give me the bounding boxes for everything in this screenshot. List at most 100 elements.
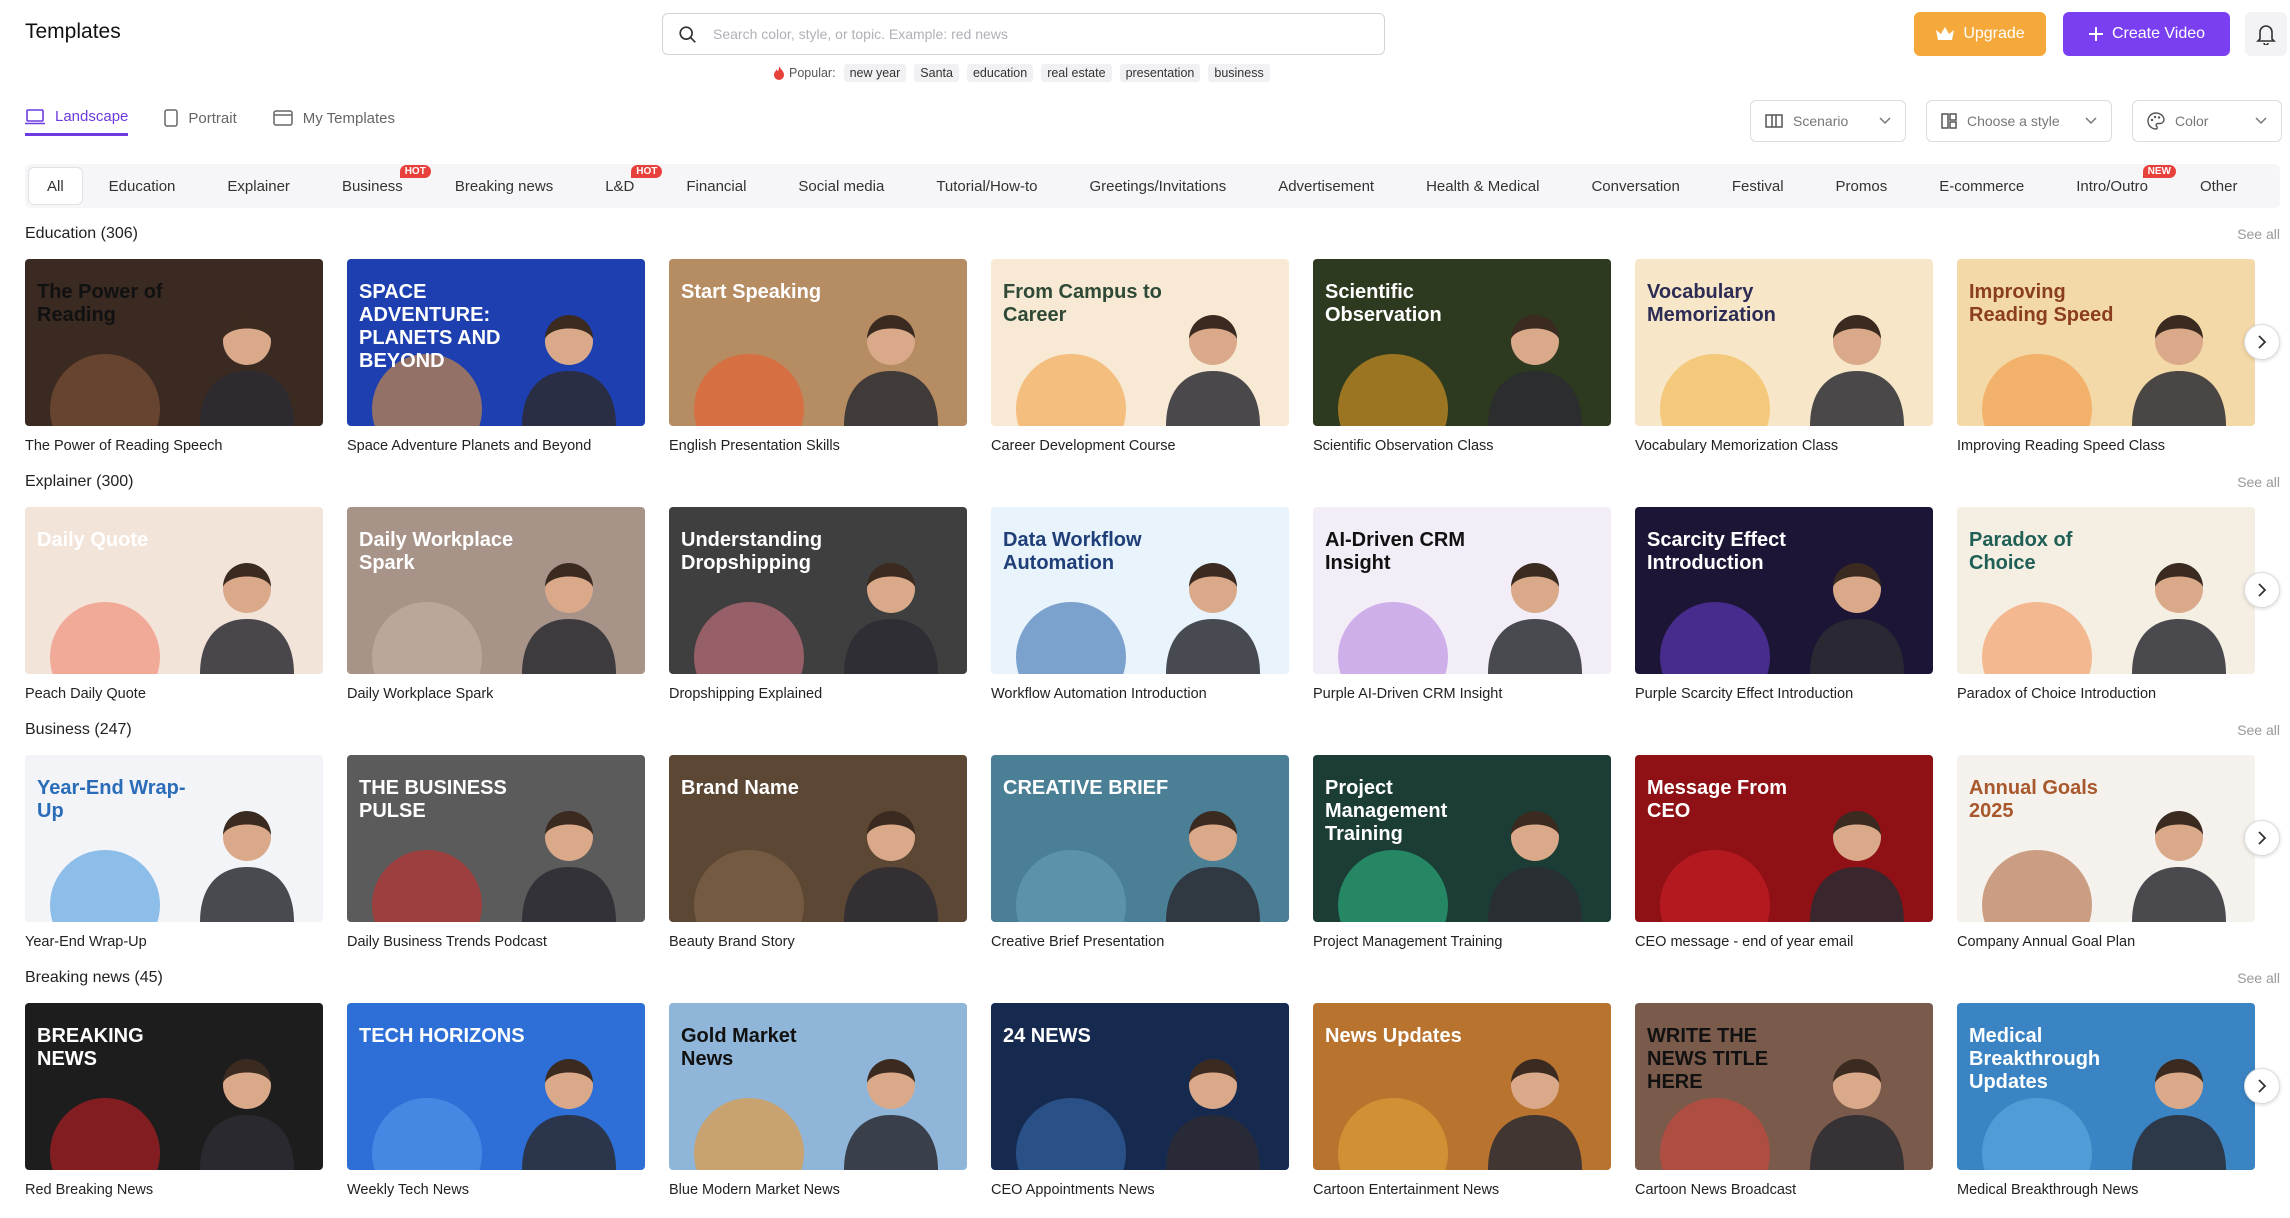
category-tab[interactable]: Financial bbox=[660, 167, 772, 205]
thumbnail-art: SPACE ADVENTURE: PLANETS AND BEYOND bbox=[347, 259, 645, 426]
plus-icon bbox=[2088, 27, 2103, 41]
template-card[interactable]: Medical Breakthrough Updates Medical Brea… bbox=[1957, 1003, 2255, 1198]
category-label: Explainer bbox=[227, 177, 290, 195]
template-thumbnail: News Updates bbox=[1313, 1003, 1611, 1170]
category-tab[interactable]: Explainer bbox=[201, 167, 316, 205]
popular-tag[interactable]: business bbox=[1208, 64, 1270, 82]
category-tab[interactable]: E-commerce bbox=[1913, 167, 2050, 205]
see-all-link[interactable]: See all bbox=[2237, 722, 2280, 738]
see-all-link[interactable]: See all bbox=[2237, 226, 2280, 242]
scroll-right-button[interactable] bbox=[2244, 324, 2280, 360]
template-thumbnail: Daily Workplace Spark bbox=[347, 507, 645, 674]
category-tab[interactable]: Business HOT bbox=[316, 165, 431, 205]
template-card[interactable]: News Updates Cartoon Entertainment News bbox=[1313, 1003, 1611, 1198]
template-name: Scientific Observation Class bbox=[1313, 438, 1494, 454]
template-card[interactable]: The Power of Reading The Power of Reading… bbox=[25, 259, 323, 454]
notification-button[interactable] bbox=[2245, 12, 2287, 56]
template-card[interactable]: Brand Name Beauty Brand Story bbox=[669, 755, 967, 950]
template-name: Improving Reading Speed Class bbox=[1957, 438, 2165, 454]
thumbnail-art: Annual Goals 2025 bbox=[1957, 755, 2255, 922]
category-tab[interactable]: Advertisement bbox=[1252, 167, 1400, 205]
category-label: All bbox=[47, 177, 64, 195]
search-box[interactable] bbox=[662, 13, 1385, 55]
popular-tag[interactable]: Santa bbox=[914, 64, 959, 82]
template-card[interactable]: Daily Quote Peach Daily Quote bbox=[25, 507, 323, 702]
template-card[interactable]: Project Management Training Project Manag… bbox=[1313, 755, 1611, 950]
category-tab[interactable]: Intro/Outro NEW bbox=[2050, 165, 2176, 205]
template-card[interactable]: Gold Market News Blue Modern Market News bbox=[669, 1003, 967, 1198]
see-all-link[interactable]: See all bbox=[2237, 970, 2280, 986]
color-select[interactable]: Color bbox=[2132, 100, 2282, 142]
template-name: Workflow Automation Introduction bbox=[991, 686, 1207, 702]
template-card[interactable]: BREAKING NEWS Red Breaking News bbox=[25, 1003, 323, 1198]
popular-tag[interactable]: education bbox=[966, 64, 1034, 82]
category-tab[interactable]: Promos bbox=[1810, 167, 1914, 205]
style-select[interactable]: Choose a style bbox=[1926, 100, 2112, 142]
template-card[interactable]: CREATIVE BRIEF Creative Brief Presentatio… bbox=[991, 755, 1289, 950]
popular-tag[interactable]: real estate bbox=[1041, 64, 1112, 82]
search-input[interactable] bbox=[713, 22, 1363, 46]
thumbnail-title: Understanding Dropshipping bbox=[681, 529, 823, 574]
popular-tag[interactable]: new year bbox=[843, 64, 907, 82]
template-thumbnail: Year-End Wrap-Up bbox=[25, 755, 323, 922]
category-badge: HOT bbox=[399, 165, 431, 178]
thumbnail-art: From Campus to Career bbox=[991, 259, 1289, 426]
scroll-right-button[interactable] bbox=[2244, 1068, 2280, 1104]
template-card[interactable]: AI-Driven CRM Insight Purple AI-Driven CR… bbox=[1313, 507, 1611, 702]
category-tab[interactable]: Social media bbox=[772, 167, 910, 205]
scenario-select[interactable]: Scenario bbox=[1750, 100, 1906, 142]
thumbnail-title: Paradox of Choice bbox=[1969, 529, 2073, 574]
category-tab[interactable]: Other bbox=[2174, 167, 2264, 205]
template-card[interactable]: 24 NEWS CEO Appointments News bbox=[991, 1003, 1289, 1198]
category-tab[interactable]: Health & Medical bbox=[1400, 167, 1565, 205]
template-card[interactable]: Paradox of Choice Paradox of Choice Intro… bbox=[1957, 507, 2255, 702]
chevron-right-icon bbox=[2258, 831, 2267, 845]
thumbnail-art: CREATIVE BRIEF bbox=[991, 755, 1289, 922]
scroll-right-button[interactable] bbox=[2244, 820, 2280, 856]
template-name: Creative Brief Presentation bbox=[991, 934, 1165, 950]
category-tab[interactable]: Breaking news bbox=[429, 167, 579, 205]
template-card[interactable]: TECH HORIZONS Weekly Tech News bbox=[347, 1003, 645, 1198]
category-tab[interactable]: L&D HOT bbox=[579, 165, 663, 205]
template-card[interactable]: Vocabulary Memorization Vocabulary Memori… bbox=[1635, 259, 1933, 454]
see-all-link[interactable]: See all bbox=[2237, 474, 2280, 490]
thumbnail-title: Scarcity Effect Introduction bbox=[1647, 529, 1786, 574]
thumbnail-art: Improving Reading Speed bbox=[1957, 259, 2255, 426]
template-card[interactable]: SPACE ADVENTURE: PLANETS AND BEYOND Space… bbox=[347, 259, 645, 454]
scroll-right-button[interactable] bbox=[2244, 572, 2280, 608]
template-card[interactable]: WRITE THE NEWS TITLE HERE Cartoon News Br… bbox=[1635, 1003, 1933, 1198]
tab-landscape[interactable]: Landscape bbox=[25, 100, 129, 136]
upgrade-button[interactable]: Upgrade bbox=[1914, 12, 2046, 56]
template-card[interactable]: Start Speaking English Presentation Skill… bbox=[669, 259, 967, 454]
template-card[interactable]: Data Workflow Automation Workflow Automat… bbox=[991, 507, 1289, 702]
tab-my-templates[interactable]: My Templates bbox=[273, 100, 395, 136]
template-card[interactable]: Understanding Dropshipping Dropshipping E… bbox=[669, 507, 967, 702]
template-card[interactable]: Year-End Wrap-Up Year-End Wrap-Up bbox=[25, 755, 323, 950]
category-tab[interactable]: All bbox=[28, 167, 83, 205]
category-tab[interactable]: Greetings/Invitations bbox=[1063, 167, 1252, 205]
category-tab[interactable]: Tutorial/How-to bbox=[910, 167, 1063, 205]
template-name: English Presentation Skills bbox=[669, 438, 840, 454]
template-card[interactable]: From Campus to Career Career Development … bbox=[991, 259, 1289, 454]
template-card[interactable]: Improving Reading Speed Improving Reading… bbox=[1957, 259, 2255, 454]
create-video-button[interactable]: Create Video bbox=[2063, 12, 2230, 56]
template-card[interactable]: Annual Goals 2025 Company Annual Goal Pla… bbox=[1957, 755, 2255, 950]
template-card[interactable]: THE BUSINESS PULSE Daily Business Trends … bbox=[347, 755, 645, 950]
chevron-down-icon bbox=[2255, 117, 2267, 125]
template-thumbnail: Medical Breakthrough Updates bbox=[1957, 1003, 2255, 1170]
category-label: E-commerce bbox=[1939, 177, 2025, 195]
thumbnail-art: Message From CEO bbox=[1635, 755, 1933, 922]
thumbnail-title: Daily Quote bbox=[37, 529, 149, 551]
category-tab[interactable]: Festival bbox=[1706, 167, 1810, 205]
tab-portrait[interactable]: Portrait bbox=[164, 100, 237, 136]
thumbnail-title: BREAKING NEWS bbox=[37, 1025, 144, 1070]
thumbnail-art: Vocabulary Memorization bbox=[1635, 259, 1933, 426]
template-card[interactable]: Message From CEO CEO message - end of yea… bbox=[1635, 755, 1933, 950]
category-tab[interactable]: Education bbox=[83, 167, 202, 205]
template-thumbnail: Annual Goals 2025 bbox=[1957, 755, 2255, 922]
template-card[interactable]: Scientific Observation Scientific Observa… bbox=[1313, 259, 1611, 454]
template-card[interactable]: Daily Workplace Spark Daily Workplace Spa… bbox=[347, 507, 645, 702]
popular-tag[interactable]: presentation bbox=[1119, 64, 1201, 82]
category-tab[interactable]: Conversation bbox=[1565, 167, 1705, 205]
template-card[interactable]: Scarcity Effect Introduction Purple Scarc… bbox=[1635, 507, 1933, 702]
